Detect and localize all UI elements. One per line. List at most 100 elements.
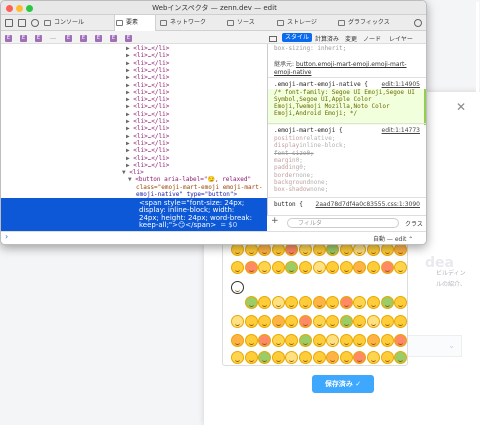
emoji-button[interactable]: [339, 296, 353, 309]
emoji-button[interactable]: [285, 315, 299, 328]
emoji-button[interactable]: [326, 334, 340, 347]
split-icon[interactable]: [18, 19, 26, 27]
emoji-button[interactable]: [271, 334, 285, 347]
emoji-button[interactable]: [353, 296, 367, 309]
emoji-button[interactable]: [353, 315, 367, 328]
source-link[interactable]: edit:1:14773: [382, 127, 420, 134]
dom-node-li[interactable]: ▶ <li>…</li>: [126, 147, 169, 154]
breadcrumb-item[interactable]: E: [80, 34, 88, 42]
emoji-button[interactable]: [244, 315, 258, 328]
breadcrumb-item[interactable]: E: [35, 34, 43, 42]
emoji-button[interactable]: [312, 334, 326, 347]
emoji-button[interactable]: [258, 315, 272, 328]
emoji-button[interactable]: [244, 351, 258, 364]
emoji-button[interactable]: [285, 296, 299, 309]
target-icon[interactable]: [31, 19, 39, 27]
emoji-button[interactable]: [299, 261, 312, 274]
emoji-button[interactable]: [271, 351, 285, 364]
emoji-button[interactable]: [231, 315, 244, 328]
emoji-button[interactable]: [353, 334, 367, 347]
emoji-button[interactable]: [299, 334, 312, 347]
tab-styles[interactable]: スタイル: [282, 33, 313, 42]
tab-layers[interactable]: レイヤー: [389, 34, 413, 43]
emoji-button[interactable]: [326, 261, 340, 274]
emoji-button[interactable]: [299, 351, 312, 364]
close-icon[interactable]: ✕: [456, 100, 466, 114]
breadcrumb-item[interactable]: …: [50, 34, 56, 41]
emoji-button[interactable]: [312, 261, 326, 274]
css-declaration[interactable]: padding0;: [274, 164, 307, 171]
emoji-button[interactable]: [380, 351, 394, 364]
tab-elements[interactable]: 要素: [114, 15, 156, 31]
emoji-button[interactable]: [367, 315, 380, 328]
source-link[interactable]: edit:1:14905: [382, 81, 420, 88]
emoji-button[interactable]: [244, 296, 258, 309]
picker-scrollbar[interactable]: [476, 2, 479, 124]
breadcrumb-item[interactable]: E: [95, 34, 103, 42]
emoji-button[interactable]: [258, 296, 272, 309]
tab-computed[interactable]: 計算済み: [315, 34, 339, 43]
emoji-button[interactable]: [339, 351, 353, 364]
dom-node-li[interactable]: ▶ <li>…</li>: [126, 45, 169, 52]
emoji-button[interactable]: [244, 261, 258, 274]
dom-node-li[interactable]: ▶ <li>…</li>: [126, 52, 169, 59]
dom-node-li[interactable]: ▶ <li>…</li>: [126, 111, 169, 118]
emoji-button[interactable]: [271, 261, 285, 274]
dom-node-li[interactable]: ▶ <li>…</li>: [126, 140, 169, 147]
emoji-button[interactable]: [394, 315, 407, 328]
breadcrumb-item[interactable]: E: [5, 34, 13, 42]
gear-icon[interactable]: [414, 19, 422, 27]
execution-context[interactable]: 自動 — edit ⌃: [373, 234, 413, 243]
dom-node-li[interactable]: ▶ <li>…</li>: [126, 103, 169, 110]
emoji-button[interactable]: [353, 261, 367, 274]
dom-node-li[interactable]: ▶ <li>…</li>: [126, 89, 169, 96]
css-declaration[interactable]: positionrelative;: [274, 135, 335, 142]
emoji-button[interactable]: [231, 281, 244, 294]
emoji-button[interactable]: [367, 296, 380, 309]
tab-graphics[interactable]: グラフィックス: [337, 15, 399, 31]
dom-node-li[interactable]: ▶ <li>…</li>: [126, 155, 169, 162]
toggle-icon[interactable]: [269, 36, 277, 42]
tab-console[interactable]: コンソール: [43, 15, 93, 31]
selected-node-line[interactable]: keep-all;">😏</span> = $0: [139, 221, 237, 229]
breadcrumb-item[interactable]: E: [125, 34, 133, 42]
emoji-button[interactable]: [339, 315, 353, 328]
tab-changes[interactable]: 変更: [345, 34, 357, 43]
dom-node-li[interactable]: ▶ <li>…</li>: [126, 118, 169, 125]
selected-node[interactable]: <span style="font-size: 24px; display: in…: [1, 198, 267, 231]
css-declaration[interactable]: bordernone;: [274, 172, 314, 179]
css-declaration[interactable]: margin0;: [274, 157, 303, 164]
emoji-button[interactable]: [258, 351, 272, 364]
css-declaration[interactable]: backgroundnone;: [274, 179, 328, 186]
filter-input[interactable]: フィルタ: [287, 218, 399, 228]
emoji-button[interactable]: [380, 261, 394, 274]
css-declaration[interactable]: displayinline-block;: [274, 142, 346, 149]
emoji-button[interactable]: [394, 351, 407, 364]
emoji-button[interactable]: [380, 296, 394, 309]
dom-node-button-cont[interactable]: class="emoji-mart-emoji emoji-mart-: [136, 184, 262, 191]
dom-node-button[interactable]: ▼ <button aria-label="😏, relaxed": [128, 176, 251, 183]
emoji-button[interactable]: [367, 334, 380, 347]
emoji-button[interactable]: [271, 315, 285, 328]
emoji-button[interactable]: [326, 351, 340, 364]
emoji-button[interactable]: [339, 334, 353, 347]
class-button[interactable]: クラス: [405, 219, 423, 228]
dom-node-li[interactable]: ▶ <li>…</li>: [126, 60, 169, 67]
emoji-button[interactable]: [353, 351, 367, 364]
emoji-button[interactable]: [380, 334, 394, 347]
add-rule-icon[interactable]: +: [271, 216, 279, 226]
emoji-button[interactable]: [312, 296, 326, 309]
css-declaration[interactable]: font-size0;: [274, 150, 314, 157]
emoji-button[interactable]: [244, 334, 258, 347]
emoji-button[interactable]: [231, 261, 244, 274]
emoji-button[interactable]: [285, 261, 299, 274]
emoji-button[interactable]: [326, 296, 340, 309]
emoji-button[interactable]: [258, 334, 272, 347]
emoji-button[interactable]: [380, 315, 394, 328]
emoji-button[interactable]: [285, 334, 299, 347]
emoji-button[interactable]: [299, 315, 312, 328]
emoji-button[interactable]: [394, 296, 407, 309]
emoji-button[interactable]: [326, 315, 340, 328]
emoji-button[interactable]: [367, 351, 380, 364]
emoji-button[interactable]: [312, 351, 326, 364]
